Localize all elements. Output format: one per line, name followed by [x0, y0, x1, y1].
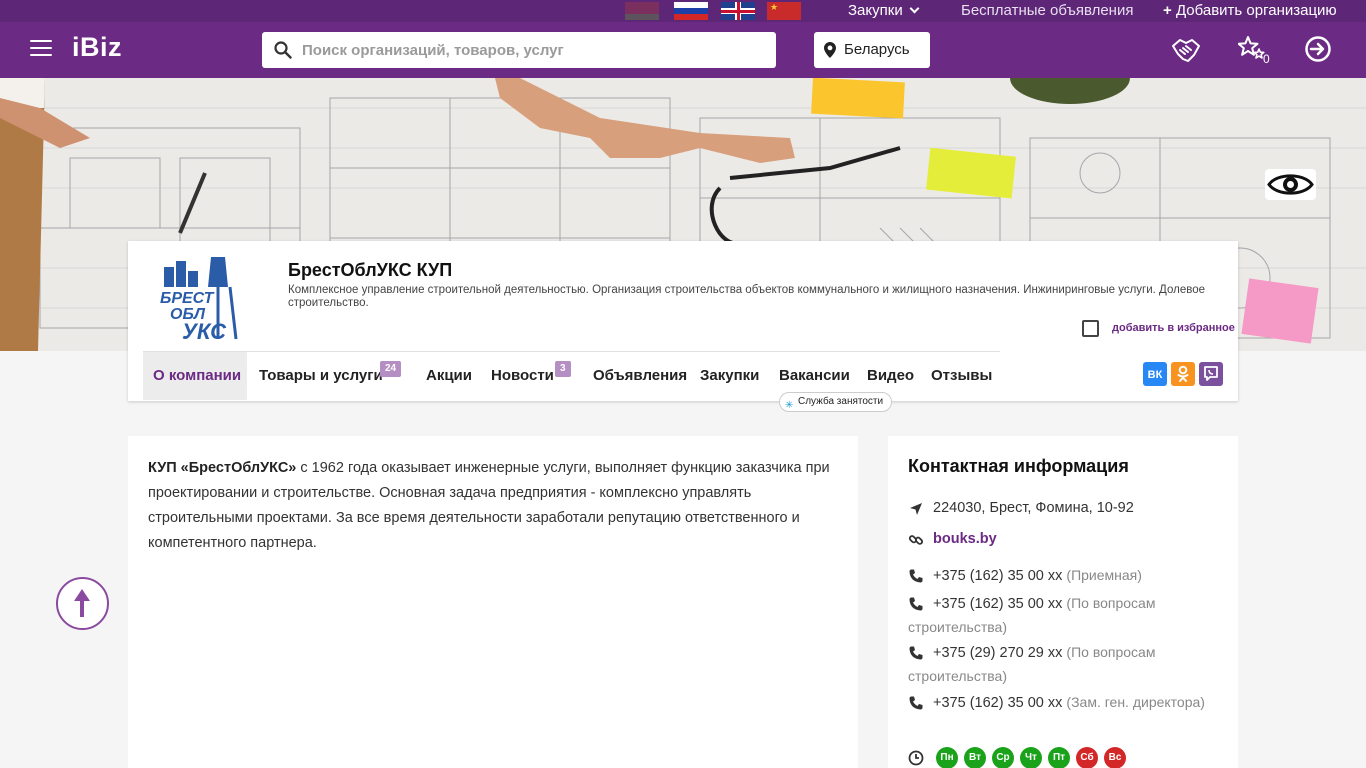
handshake-icon[interactable] [1170, 35, 1202, 65]
region-label: Беларусь [844, 41, 910, 58]
free-ads-link[interactable]: Бесплатные объявления [961, 0, 1133, 22]
add-organization-link[interactable]: + Добавить организацию [1163, 0, 1337, 22]
search-input[interactable] [302, 32, 762, 68]
add-organization-label: Добавить организацию [1175, 2, 1337, 19]
top-bar: ★ Закупки Бесплатные объявления + Добави… [0, 0, 1366, 22]
phone-number[interactable]: +375 (29) 270 29 xx [933, 645, 1062, 661]
favorites-count: 0 [1263, 52, 1270, 66]
search-icon[interactable] [274, 41, 292, 59]
company-description: Комплексное управление строительной деят… [288, 284, 1205, 309]
search-box [262, 32, 776, 68]
tab-promotions[interactable]: Акции [426, 352, 472, 400]
chevron-down-icon [909, 3, 920, 14]
logo-text-line3: УКС [182, 319, 227, 343]
clock-icon [908, 750, 924, 766]
address-row: 224030, Брест, Фомина, 10-92 [908, 497, 1134, 520]
day-monday: Пн [936, 747, 958, 768]
phone-number[interactable]: +375 (162) 35 00 xx [933, 695, 1062, 711]
odnoklassniki-icon [1177, 365, 1189, 382]
phone-icon [909, 646, 923, 660]
phone-number[interactable]: +375 (162) 35 00 xx [933, 568, 1062, 584]
favorites-stars-icon[interactable] [1238, 35, 1266, 65]
vk-share-button[interactable]: ВК [1143, 362, 1167, 386]
logo-text-line1: БРЕСТ [160, 290, 215, 307]
products-count-badge: 24 [380, 361, 402, 377]
company-card: БРЕСТ ОБЛ УКС БрестОблУКС КУП Комплексно… [128, 241, 1238, 412]
arrow-up-icon [74, 589, 90, 617]
address-text: 224030, Брест, Фомина, 10-92 [933, 500, 1134, 516]
phone-number[interactable]: +375 (162) 35 00 xx [933, 596, 1062, 612]
snowflake-icon: ✳ [785, 400, 794, 411]
day-wednesday: Ср [992, 747, 1014, 768]
tab-about-label: О компании [153, 367, 242, 384]
tab-video-label: Видео [867, 367, 915, 384]
tab-purchases[interactable]: Закупки [700, 352, 759, 400]
tab-products[interactable]: Товары и услуги [259, 352, 383, 400]
tab-ads-label: Объявления [593, 367, 688, 384]
phone-icon [909, 696, 923, 710]
phone-icon [909, 569, 923, 583]
flag-china-icon[interactable]: ★ [767, 2, 801, 20]
contact-info-title: Контактная информация [908, 456, 1129, 476]
tab-vacancies-label: Вакансии [779, 367, 850, 384]
phone-icon [909, 597, 923, 611]
tab-products-label: Товары и услуги [259, 367, 383, 384]
day-friday: Пт [1048, 747, 1070, 768]
scroll-to-top-button[interactable] [56, 577, 109, 630]
tab-news[interactable]: Новости [491, 352, 554, 400]
vacancies-tooltip[interactable]: ✳ Служба занятости [779, 392, 893, 412]
phone-note: (Зам. ген. директора) [1066, 694, 1205, 710]
flag-uk-icon[interactable] [721, 2, 755, 20]
flag-belarus-icon[interactable] [625, 2, 659, 20]
vk-icon: ВК [1147, 369, 1163, 381]
purchases-label: Закупки [848, 2, 903, 19]
odnoklassniki-share-button[interactable] [1171, 362, 1195, 386]
visually-impaired-toggle[interactable] [1265, 169, 1316, 200]
about-text: КУП «БрестОблУКС» с 1962 года оказывает … [148, 456, 848, 556]
site-logo[interactable]: iBiz [72, 32, 122, 63]
plus-icon: + [1163, 2, 1172, 19]
navigation-arrow-icon [910, 503, 922, 515]
website-row: bouks.by [908, 528, 997, 551]
phone-note: (Приемная) [1066, 567, 1142, 583]
phone-row: +375 (29) 270 29 xx (По вопросам строите… [908, 641, 1218, 689]
viber-icon [1204, 366, 1218, 381]
vacancies-tooltip-label: Служба занятости [798, 396, 884, 407]
location-pin-icon [824, 42, 836, 58]
phone-row: +375 (162) 35 00 xx (Приемная) [908, 564, 1218, 588]
add-to-favorites-link[interactable]: добавить в избранное [1112, 322, 1235, 334]
day-sunday: Вс [1104, 747, 1126, 768]
about-section: КУП «БрестОблУКС» с 1962 года оказывает … [128, 436, 858, 768]
link-icon [908, 535, 924, 545]
tab-reviews[interactable]: Отзывы [931, 352, 992, 400]
news-count-badge: 3 [555, 361, 571, 377]
tab-promotions-label: Акции [426, 367, 473, 384]
main-header: iBiz Беларусь 0 [0, 22, 1366, 78]
eye-icon [1267, 174, 1314, 195]
tab-about[interactable]: О компании [143, 352, 247, 400]
company-name: БрестОблУКС КУП [288, 260, 453, 280]
flag-russia-icon[interactable] [674, 2, 708, 20]
day-tuesday: Вт [964, 747, 986, 768]
day-saturday: Сб [1076, 747, 1098, 768]
contact-info-panel: Контактная информация 224030, Брест, Фом… [888, 436, 1238, 768]
tab-news-label: Новости [491, 367, 554, 384]
login-icon[interactable] [1304, 35, 1332, 63]
purchases-menu[interactable]: Закупки [848, 0, 920, 22]
company-logo: БРЕСТ ОБЛ УКС [160, 257, 238, 343]
day-thursday: Чт [1020, 747, 1042, 768]
phone-row: +375 (162) 35 00 xx (Зам. ген. директора… [908, 691, 1218, 715]
tab-reviews-label: Отзывы [931, 367, 993, 384]
region-selector[interactable]: Беларусь [814, 32, 930, 68]
hamburger-menu-icon[interactable] [30, 40, 52, 56]
about-company-name: КУП «БрестОблУКС» [148, 460, 297, 476]
viber-share-button[interactable] [1199, 362, 1223, 386]
tab-ads[interactable]: Объявления [593, 352, 687, 400]
tab-purchases-label: Закупки [700, 367, 760, 384]
favorite-checkbox[interactable] [1082, 320, 1099, 337]
phone-row: +375 (162) 35 00 xx (По вопросам строите… [908, 592, 1218, 640]
